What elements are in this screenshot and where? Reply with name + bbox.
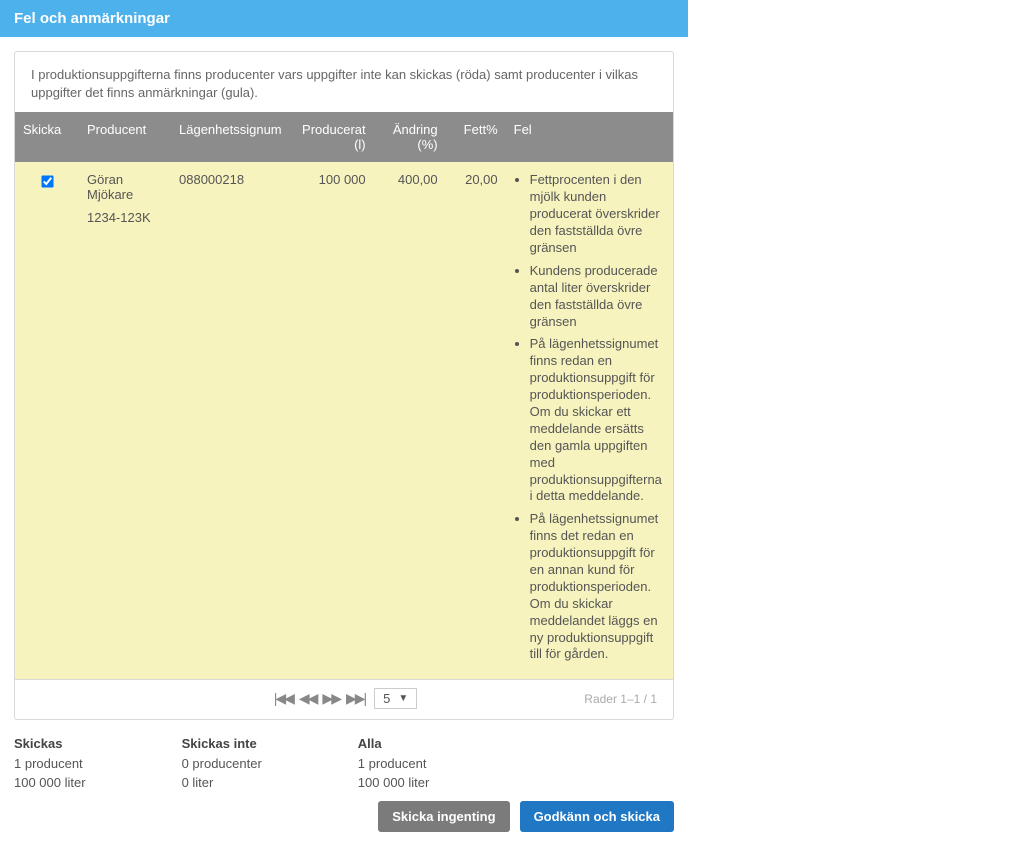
- page-size-select[interactable]: 5 ▼: [374, 688, 417, 709]
- errors-table: Skicka Producent Lägenhetssignum Produce…: [15, 112, 673, 680]
- summary-send-line1: 1 producent: [14, 754, 86, 774]
- row-error: På lägenhetssignumet finns redan en prod…: [530, 336, 665, 505]
- send-nothing-button[interactable]: Skicka ingenting: [378, 801, 509, 832]
- pager-rows-label: Rader 1–1 / 1: [584, 692, 657, 706]
- summary-nosend-title: Skickas inte: [182, 734, 262, 754]
- intro-text: I produktionsuppgifterna finns producent…: [15, 52, 673, 112]
- action-bar: Skicka ingenting Godkänn och skicka: [0, 801, 688, 846]
- summary-nosend-line2: 0 liter: [182, 773, 262, 793]
- row-errors-list: Fettprocenten i den mjölk kunden produce…: [514, 172, 665, 663]
- row-error: Fettprocenten i den mjölk kunden produce…: [530, 172, 665, 256]
- summary-bar: Skickas 1 producent 100 000 liter Skicka…: [0, 720, 688, 801]
- summary-send-title: Skickas: [14, 734, 86, 754]
- chevron-down-icon: ▼: [398, 693, 408, 704]
- row-property: 088000218: [171, 162, 290, 679]
- approve-send-button[interactable]: Godkänn och skicka: [520, 801, 674, 832]
- pager-prev-icon[interactable]: ◀◀: [299, 690, 317, 707]
- panel-header: Fel och anmärkningar: [0, 0, 688, 37]
- col-errors: Fel: [506, 112, 673, 162]
- summary-send: Skickas 1 producent 100 000 liter: [14, 734, 86, 793]
- summary-send-line2: 100 000 liter: [14, 773, 86, 793]
- summary-all-title: Alla: [358, 734, 430, 754]
- table-row: Göran Mjökare 1234-123K 088000218 100 00…: [15, 162, 673, 679]
- col-producer: Producent: [79, 112, 171, 162]
- row-producer-id: 1234-123K: [87, 210, 163, 225]
- col-produced: Producerat (l): [290, 112, 374, 162]
- summary-nosend: Skickas inte 0 producenter 0 liter: [182, 734, 262, 793]
- summary-nosend-line1: 0 producenter: [182, 754, 262, 774]
- row-change: 400,00: [374, 162, 446, 679]
- row-fat: 20,00: [446, 162, 506, 679]
- summary-all-line1: 1 producent: [358, 754, 430, 774]
- col-fat: Fett%: [446, 112, 506, 162]
- errors-card: I produktionsuppgifterna finns producent…: [14, 51, 674, 720]
- pager-next-icon[interactable]: ▶▶: [322, 690, 340, 707]
- row-send-checkbox[interactable]: [41, 176, 53, 188]
- pager-first-icon[interactable]: |◀◀: [274, 690, 293, 707]
- summary-all: Alla 1 producent 100 000 liter: [358, 734, 430, 793]
- col-send: Skicka: [15, 112, 79, 162]
- summary-all-line2: 100 000 liter: [358, 773, 430, 793]
- row-producer-name: Göran Mjökare: [87, 172, 163, 202]
- pager-last-icon[interactable]: ▶▶|: [346, 690, 365, 707]
- row-produced: 100 000: [290, 162, 374, 679]
- page-size-value: 5: [383, 691, 390, 706]
- pager: |◀◀ ◀◀ ▶▶ ▶▶| 5 ▼ Rader 1–1 / 1: [15, 680, 673, 719]
- row-error: På lägenhetssignumet finns det redan en …: [530, 511, 665, 663]
- col-change: Ändring (%): [374, 112, 446, 162]
- panel-title: Fel och anmärkningar: [14, 10, 170, 27]
- row-error: Kundens producerade antal liter överskri…: [530, 263, 665, 331]
- col-property: Lägenhetssignum: [171, 112, 290, 162]
